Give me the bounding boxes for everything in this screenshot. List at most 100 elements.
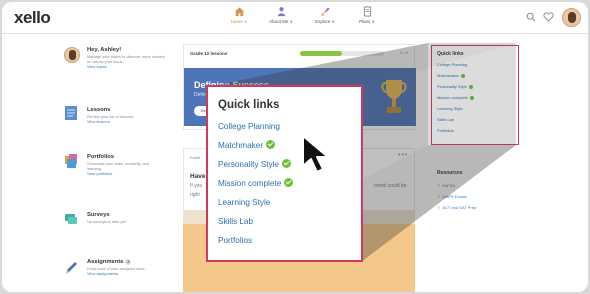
resource-fafsa[interactable]: ✎ FAFSA [437, 183, 455, 188]
check-icon [266, 140, 276, 149]
home-icon [234, 7, 244, 17]
grade-label: Grade 12 lessons [190, 51, 228, 56]
assignments-count-badge: 2 [125, 259, 132, 265]
family-card-line2: right [190, 192, 200, 198]
person-icon [277, 7, 285, 17]
xello-logo[interactable]: xello [14, 8, 51, 28]
trophy-icon [381, 80, 407, 113]
assignments-section: Assignments 2 Keep track of your assigned… [87, 259, 197, 276]
pencil-icon: ✎ [437, 205, 441, 210]
surveys-title: Surveys [87, 212, 110, 218]
zoom-link-mission-complete[interactable]: Mission complete [218, 178, 361, 197]
check-icon [281, 159, 291, 168]
portfolios-section: Portfolios Showcase your skills, creativ… [87, 154, 197, 176]
assignments-title-text: Assignments [87, 259, 124, 265]
more-options-icon[interactable]: ••• [398, 152, 408, 159]
family-card-line3: onnel could be [374, 183, 407, 189]
quick-link-label: College Planning [218, 122, 280, 131]
family-card-line1: If you [190, 183, 203, 189]
nav-home-label: Home ∨ [230, 19, 248, 24]
pencil-icon: ✎ [437, 183, 441, 188]
resource-label: MAPS Exams [442, 194, 468, 199]
nav-explore-label: Explore ∨ [315, 19, 335, 24]
quick-link-portfolios[interactable]: Portfolios [437, 128, 513, 133]
check-icon [469, 95, 474, 100]
lessons-section: Lessons Review your list of lessons. Vie… [87, 107, 197, 124]
quick-link-label: Mission complete [437, 95, 468, 100]
document-icon [363, 6, 371, 17]
quick-link-label: Personality Style [218, 160, 279, 169]
quick-link-label: College Planning [437, 62, 468, 67]
lessons-title: Lessons [87, 107, 111, 113]
family-label: Famil [190, 155, 200, 160]
quick-links-panel: Quick links College Planning Matchmaker … [431, 45, 519, 145]
lessons-progress-bar [300, 51, 384, 56]
nav-plans-label: Plans ∨ [359, 19, 375, 24]
check-icon [468, 84, 473, 89]
progress-fill [300, 51, 342, 56]
resource-act-sat-prep[interactable]: ✎ ACT and SAT Prep [437, 205, 476, 210]
portfolios-icon [65, 154, 77, 168]
mouse-cursor-icon [302, 135, 329, 173]
quick-link-label: Matchmaker [218, 141, 264, 150]
zoom-link-skills-lab[interactable]: Skills Lab [218, 216, 361, 235]
search-icon[interactable] [526, 12, 536, 22]
quick-link-label: Portfolios [218, 236, 253, 245]
progress-count: 2 / 4 [400, 50, 408, 55]
quick-link-personality-style[interactable]: Personality Style [437, 84, 513, 89]
pencil-icon: ✎ [437, 194, 441, 199]
quick-links-zoomed-title: Quick links [218, 99, 280, 111]
avatar[interactable] [562, 8, 581, 27]
quick-link-skills-lab[interactable]: Skills Lab [437, 117, 513, 122]
quick-link-learning-style[interactable]: Learning Style [437, 106, 513, 111]
view-topics-link[interactable]: View topics [87, 64, 197, 69]
zoom-link-portfolios[interactable]: Portfolios [218, 235, 361, 254]
resource-label: FAFSA [442, 183, 456, 188]
top-navigation-bar: xello Home ∨ About Me ∨ Explore ∨ Plans … [2, 2, 588, 34]
nav-explore[interactable]: Explore ∨ [305, 6, 345, 25]
quick-link-matchmaker[interactable]: Matchmaker [437, 73, 513, 78]
view-lessons-link[interactable]: View lessons [87, 119, 197, 124]
zoom-link-learning-style[interactable]: Learning Style [218, 197, 361, 216]
rocket-icon [321, 7, 329, 16]
user-avatar [64, 47, 80, 63]
quick-link-label: Personality Style [437, 84, 467, 89]
check-icon [461, 73, 466, 78]
greeting-title: Hey, Ashley! [87, 47, 122, 53]
right-panel: Quick links College Planning Matchmaker … [427, 44, 577, 292]
check-icon [284, 178, 294, 187]
resource-maps-exams[interactable]: ✎ MAPS Exams [437, 194, 467, 199]
surveys-desc: No surveys to take yet! [87, 219, 127, 224]
quick-link-label: Skills Lab [437, 117, 455, 122]
quick-link-label: Learning Style [218, 198, 271, 207]
quick-link-mission-complete[interactable]: Mission complete [437, 95, 513, 100]
portfolios-desc: Showcase your skills, creativity, and le… [87, 161, 149, 172]
view-assignments-link[interactable]: View assignments [87, 271, 197, 276]
nav-home[interactable]: Home ∨ [219, 6, 259, 25]
quick-link-label: Portfolios [437, 128, 454, 133]
quick-link-college-planning[interactable]: College Planning [437, 62, 513, 67]
view-portfolios-link[interactable]: View portfolios [87, 171, 197, 176]
nav-about-me[interactable]: About Me ∨ [261, 6, 301, 25]
surveys-icon [65, 214, 77, 224]
greeting-section: Hey, Ashley! Manage your topics to disco… [87, 47, 197, 69]
pencil-icon [66, 262, 77, 274]
lessons-icon [65, 106, 77, 120]
nav-about-me-label: About Me ∨ [269, 19, 293, 24]
resources-title: Resources [437, 170, 463, 176]
nav-plans[interactable]: Plans ∨ [347, 6, 387, 25]
quick-links-title: Quick links [437, 51, 464, 57]
family-card-heading: Have [190, 173, 206, 180]
heart-icon[interactable] [543, 12, 554, 22]
assignments-title: Assignments 2 [87, 259, 197, 265]
quick-link-label: Learning Style [437, 106, 463, 111]
portfolios-title: Portfolios [87, 154, 115, 160]
resource-label: ACT and SAT Prep [442, 205, 477, 210]
left-panel: Hey, Ashley! Manage your topics to disco… [2, 35, 180, 292]
quick-link-label: Mission complete [218, 179, 282, 188]
quick-link-label: Skills Lab [218, 217, 254, 226]
quick-link-label: Matchmaker [437, 73, 460, 78]
greeting-desc: Manage your topics to discover more cont… [87, 54, 165, 65]
banner-subtitle: Defin [194, 92, 206, 98]
surveys-section: Surveys No surveys to take yet! [87, 212, 197, 224]
